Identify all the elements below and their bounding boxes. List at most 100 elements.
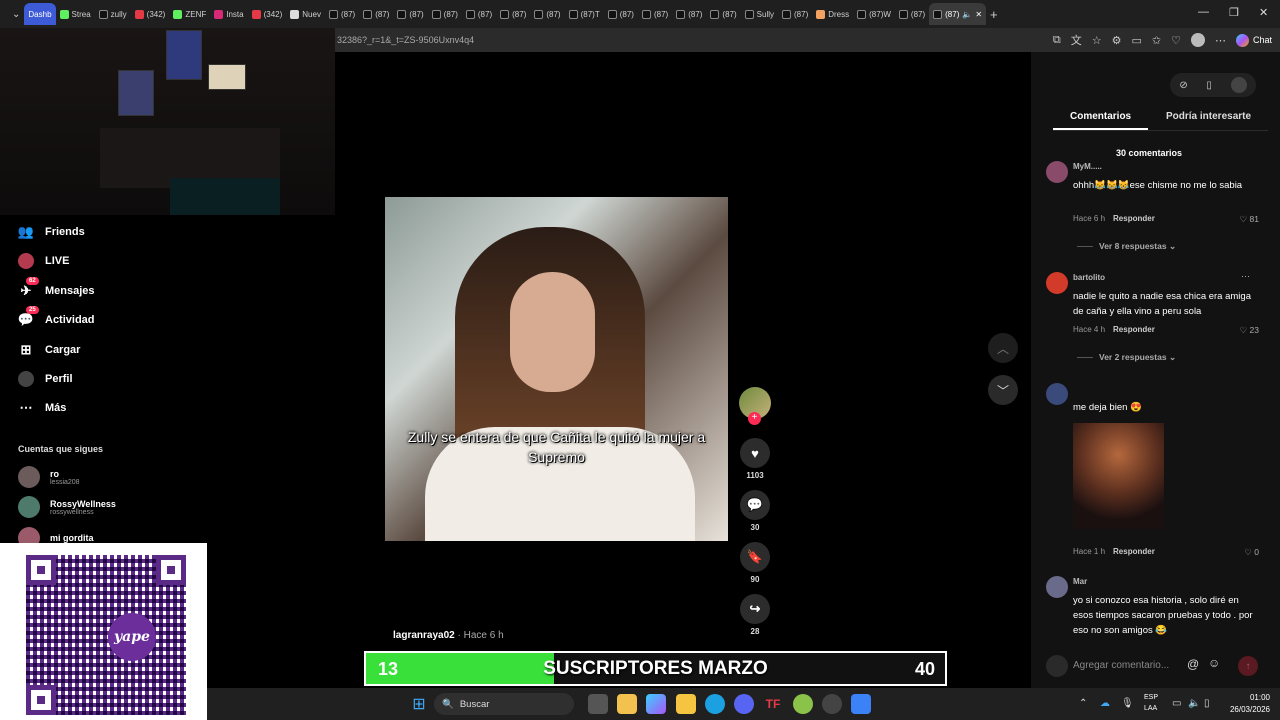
window-close-icon[interactable]: ✕ (1259, 6, 1268, 19)
comment-like[interactable]: ♡ 23 (1229, 325, 1259, 336)
widgets-icon[interactable] (617, 694, 637, 714)
new-tab-button[interactable]: + (986, 3, 1002, 25)
phone-icon[interactable]: ▯ (1206, 80, 1212, 91)
obs-icon[interactable] (822, 694, 842, 714)
following-item[interactable]: RossyWellness rossywellness (18, 496, 116, 518)
share-action[interactable]: ↪ 28 (740, 594, 770, 636)
nav-item-more[interactable]: ⋯ Más (18, 400, 67, 416)
browser-tab[interactable]: (87) (706, 3, 740, 25)
mention-icon[interactable]: @ (1187, 657, 1199, 671)
copilot-taskbar-icon[interactable] (646, 694, 666, 714)
nav-item-friends[interactable]: 👥 Friends (18, 224, 85, 240)
view-replies-button[interactable]: Ver 8 respuestas ⌄ (1077, 241, 1176, 252)
speaker-icon[interactable]: 🔈 (962, 10, 972, 19)
emoji-icon[interactable]: ☺ (1208, 656, 1220, 670)
more-options-icon[interactable]: ⋯ (1241, 271, 1250, 282)
browser-tab[interactable]: Strea (56, 3, 95, 25)
browser-tab[interactable]: (87) (895, 3, 929, 25)
view-replies-button[interactable]: Ver 2 respuestas ⌄ (1077, 352, 1176, 363)
browser-tab[interactable]: zully (95, 3, 131, 25)
browser-tab[interactable]: ZENF (169, 3, 210, 25)
nav-item-activity[interactable]: 💬 25 Actividad (18, 306, 95, 328)
browser-tab[interactable]: (87) (359, 3, 393, 25)
browser-essentials-icon[interactable]: ♡ (1171, 34, 1181, 47)
url-text[interactable]: 32386?_r=1&_t=ZS-9506Uxnv4q4 (337, 35, 474, 45)
browser-tab[interactable]: (87) (530, 3, 564, 25)
minimize-icon[interactable]: — (1198, 6, 1209, 18)
send-button[interactable]: ↑ (1238, 656, 1258, 676)
share-icon[interactable]: ↪ (740, 594, 770, 624)
follow-plus-icon[interactable]: + (748, 412, 761, 425)
onedrive-icon[interactable]: ☁ (1100, 698, 1110, 709)
copilot-chat-button[interactable]: Chat (1235, 33, 1272, 47)
browser-tab[interactable]: (87) (462, 3, 496, 25)
following-item[interactable]: ro lessia208 (18, 466, 80, 488)
browser-tab[interactable]: (87) (428, 3, 462, 25)
previous-video-button[interactable]: ︿ (988, 333, 1018, 363)
menu-dots-icon[interactable]: ⋯ (1215, 34, 1226, 47)
address-bar[interactable]: 32386?_r=1&_t=ZS-9506Uxnv4q4 ⧉ 文 ☆ ⚙ ▭ ✩… (335, 28, 1280, 52)
browser-tab[interactable]: (87) (325, 3, 359, 25)
nav-item-upload[interactable]: ⊞ Cargar (18, 342, 81, 358)
browser-tab[interactable]: (87)W (853, 3, 895, 25)
translate-icon[interactable]: 文 (1071, 32, 1082, 48)
reply-button[interactable]: Responder (1113, 547, 1155, 556)
restore-icon[interactable]: ❐ (1229, 6, 1239, 19)
bookmark-icon[interactable]: 🔖 (740, 542, 770, 572)
browser-tab[interactable]: (87) (496, 3, 530, 25)
heart-icon[interactable]: ♥ (740, 438, 770, 468)
video-player[interactable]: Zully se entera de que Cañita le quitó l… (385, 197, 728, 541)
monitor-icon[interactable]: ▭ (1172, 698, 1181, 709)
browser-tab[interactable]: Dashb (24, 3, 56, 25)
comment-icon[interactable]: 💬 (740, 490, 770, 520)
nav-item-messages[interactable]: ✈ 62 Mensajes (18, 277, 95, 299)
comment-image[interactable] (1073, 423, 1164, 529)
browser-tab[interactable]: Nuev (286, 3, 325, 25)
file-explorer-icon[interactable] (676, 694, 696, 714)
browser-tab[interactable]: (87) (778, 3, 812, 25)
browser-tab[interactable]: (342) (131, 3, 170, 25)
browser-tab[interactable]: (87) (672, 3, 706, 25)
avatar[interactable] (1046, 383, 1068, 405)
browser-tab[interactable]: Dress (812, 3, 853, 25)
app-icon[interactable] (793, 694, 813, 714)
comment-user[interactable]: bartolito (1073, 273, 1105, 282)
reply-button[interactable]: Responder (1113, 214, 1155, 223)
video-author-line[interactable]: lagranraya02 · Hace 6 h (393, 630, 504, 641)
language-indicator[interactable]: ESP LAA (1144, 692, 1158, 714)
profile-icon[interactable] (1190, 33, 1205, 47)
browser-tab[interactable]: (342) (248, 3, 287, 25)
browser-tab-active[interactable]: (87) 🔈 ✕ (929, 3, 987, 25)
taskbar-search[interactable]: 🔍 Buscar (434, 693, 574, 715)
browser-tab[interactable]: (87) (604, 3, 638, 25)
windows-start-icon[interactable]: ⊞ (409, 694, 429, 714)
nav-item-live[interactable]: LIVE (18, 253, 69, 269)
browser-tab[interactable]: (87)T (565, 3, 604, 25)
browser-tab[interactable]: (87) (393, 3, 427, 25)
comment-user[interactable]: MyM..... (1073, 162, 1102, 171)
app-icon[interactable]: TF (763, 694, 783, 714)
clock[interactable]: 01:00 26/03/2026 (1222, 692, 1270, 716)
like-action[interactable]: ♥ 1103 (740, 438, 770, 480)
open-in-app-icon[interactable]: ⧉ (1053, 34, 1061, 47)
extensions-icon[interactable]: ⚙ (1112, 34, 1122, 47)
task-view-icon[interactable] (588, 694, 608, 714)
favorite-star-icon[interactable]: ☆ (1092, 34, 1102, 47)
comment-user[interactable]: Mar (1073, 577, 1087, 586)
tray-expand-icon[interactable]: ⌃ (1079, 698, 1087, 709)
tab-suggested[interactable]: Podría interesarte (1166, 111, 1251, 122)
battery-icon[interactable]: ▯ (1204, 698, 1210, 709)
close-icon[interactable]: ✕ (975, 10, 982, 19)
volume-icon[interactable]: 🔈 (1188, 698, 1200, 709)
microphone-icon[interactable]: 🎙 (1121, 698, 1134, 709)
avatar[interactable] (1046, 272, 1068, 294)
save-action[interactable]: 🔖 90 (740, 542, 770, 584)
app-icon[interactable] (851, 694, 871, 714)
avatar[interactable] (1046, 576, 1068, 598)
tab-menu[interactable]: ⌄ (8, 3, 24, 25)
next-video-button[interactable]: ﹀ (988, 375, 1018, 405)
comment-like[interactable]: ♡ 0 (1229, 547, 1259, 558)
comment-action[interactable]: 💬 30 (740, 490, 770, 532)
avatar[interactable] (1046, 161, 1068, 183)
compass-icon[interactable]: ⊘ (1179, 80, 1187, 91)
